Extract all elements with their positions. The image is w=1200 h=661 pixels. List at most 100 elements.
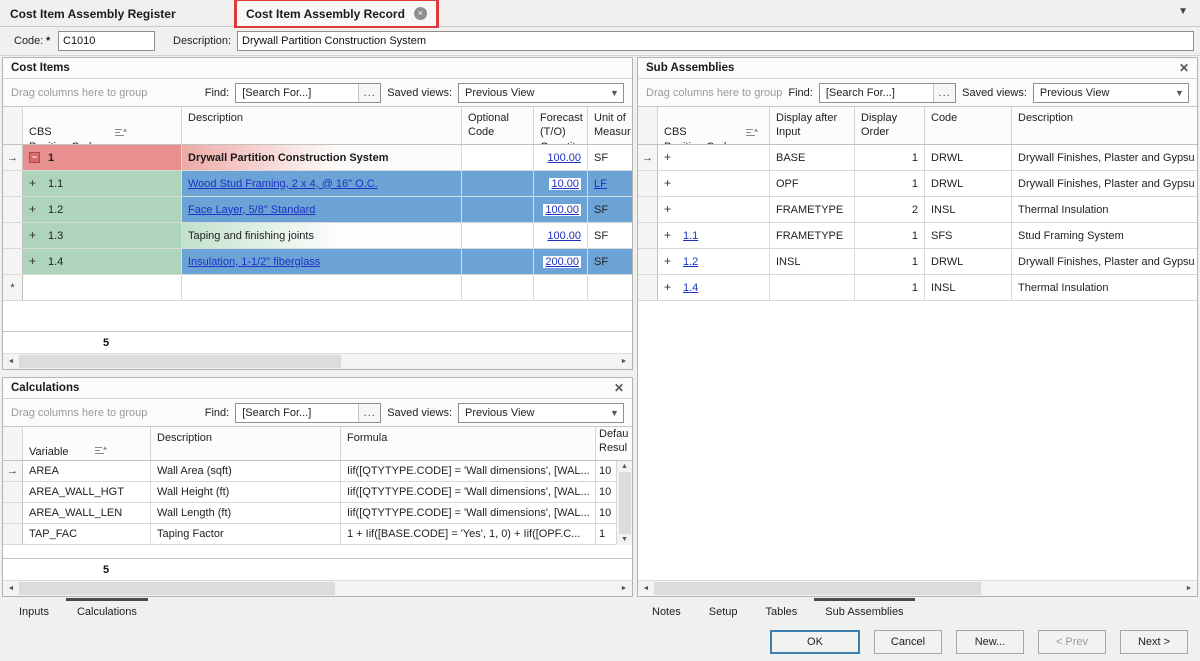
table-row[interactable]: +OPF1DRWLDrywall Finishes, Plaster and G… bbox=[638, 171, 1197, 197]
table-row[interactable]: +1.41INSLThermal Insulation bbox=[638, 275, 1197, 301]
tab-notes[interactable]: Notes bbox=[641, 598, 692, 622]
scroll-right-icon[interactable]: ► bbox=[616, 585, 632, 592]
cost-items-hscrollbar[interactable]: ◄ ► bbox=[3, 353, 632, 369]
table-row[interactable]: →AREAWall Area (sqft)Iif([QTYTYPE.CODE] … bbox=[3, 461, 632, 482]
search-more-button[interactable]: ... bbox=[933, 84, 955, 102]
scroll-thumb[interactable] bbox=[654, 582, 981, 595]
column-header-formula[interactable]: Formula bbox=[341, 427, 596, 460]
expand-icon[interactable]: + bbox=[664, 230, 675, 241]
tab-sub-assemblies[interactable]: Sub Assemblies bbox=[814, 598, 914, 622]
column-header-default-result[interactable]: Defau Resul bbox=[596, 427, 632, 460]
column-header-display-order[interactable]: Display Order bbox=[855, 107, 925, 144]
calculations-hscrollbar[interactable]: ◄ ► bbox=[3, 580, 632, 596]
tab-cost-item-assembly-record[interactable]: Cost Item Assembly Record × bbox=[236, 0, 437, 27]
sub-assemblies-hscrollbar[interactable]: ◄ ► bbox=[638, 580, 1197, 596]
column-header-cbs[interactable]: CBS Position Code bbox=[23, 107, 182, 144]
expand-icon[interactable]: + bbox=[664, 178, 675, 189]
tab-tables[interactable]: Tables bbox=[755, 598, 809, 622]
table-row[interactable]: +1.1FRAMETYPE1SFSStud Framing System bbox=[638, 223, 1197, 249]
search-input[interactable]: [Search For...] ... bbox=[819, 83, 956, 103]
scroll-thumb[interactable] bbox=[19, 582, 335, 595]
column-header-description[interactable]: Description bbox=[182, 107, 462, 144]
close-panel-icon[interactable]: ✕ bbox=[614, 381, 624, 395]
expand-icon[interactable]: + bbox=[29, 178, 40, 189]
expand-icon[interactable]: + bbox=[664, 204, 675, 215]
calculations-vscrollbar[interactable]: ▲ ▼ bbox=[616, 461, 632, 545]
column-header-optional-code[interactable]: Optional Code bbox=[462, 107, 534, 144]
chevron-down-icon[interactable]: ▼ bbox=[1178, 6, 1188, 17]
column-header-display-after-input[interactable]: Display after Input bbox=[770, 107, 855, 144]
prev-button[interactable]: < Prev bbox=[1038, 630, 1106, 654]
saved-views-select[interactable]: Previous View ▼ bbox=[458, 403, 624, 423]
saved-views-select[interactable]: Previous View ▼ bbox=[458, 83, 624, 103]
tab-calculations[interactable]: Calculations bbox=[66, 598, 148, 622]
quantity-link[interactable]: 100.00 bbox=[547, 230, 581, 242]
table-row[interactable]: AREA_WALL_LENWall Length (ft)Iif([QTYTYP… bbox=[3, 503, 632, 524]
table-row[interactable]: +1.1Wood Stud Framing, 2 x 4, @ 16" O.C.… bbox=[3, 171, 632, 197]
table-row[interactable]: +FRAMETYPE2INSLThermal Insulation bbox=[638, 197, 1197, 223]
next-button[interactable]: Next > bbox=[1120, 630, 1188, 654]
scroll-left-icon[interactable]: ◄ bbox=[3, 585, 19, 592]
cbs-link[interactable]: 1.1 bbox=[683, 230, 698, 242]
cbs-link[interactable]: 1.2 bbox=[683, 256, 698, 268]
search-more-button[interactable]: ... bbox=[358, 84, 380, 102]
scroll-left-icon[interactable]: ◄ bbox=[3, 358, 19, 365]
expand-icon[interactable]: + bbox=[29, 204, 40, 215]
scroll-down-icon[interactable]: ▼ bbox=[621, 536, 628, 543]
column-header-uom[interactable]: Unit of Measur bbox=[588, 107, 632, 144]
quantity-link[interactable]: 100.00 bbox=[545, 204, 579, 216]
scroll-right-icon[interactable]: ► bbox=[616, 358, 632, 365]
cancel-button[interactable]: Cancel bbox=[874, 630, 942, 654]
expand-icon[interactable]: + bbox=[664, 152, 675, 163]
quantity-link[interactable]: 10.00 bbox=[551, 178, 579, 190]
group-by-hint[interactable]: Drag columns here to group bbox=[646, 87, 782, 99]
column-header-description[interactable]: Description bbox=[151, 427, 341, 460]
expand-icon[interactable]: + bbox=[29, 256, 40, 267]
scroll-thumb[interactable] bbox=[19, 355, 341, 368]
table-row[interactable]: +1.2INSL1DRWLDrywall Finishes, Plaster a… bbox=[638, 249, 1197, 275]
close-tab-icon[interactable]: × bbox=[414, 7, 427, 20]
scroll-left-icon[interactable]: ◄ bbox=[638, 585, 654, 592]
description-link[interactable]: Face Layer, 5/8" Standard bbox=[188, 204, 315, 216]
quantity-link[interactable]: 100.00 bbox=[547, 152, 581, 164]
table-row[interactable]: * bbox=[3, 275, 632, 301]
group-by-hint[interactable]: Drag columns here to group bbox=[11, 407, 147, 419]
column-header-forecast-qty[interactable]: Forecast (T/O) Quantity bbox=[534, 107, 588, 144]
new-button[interactable]: New... bbox=[956, 630, 1024, 654]
close-panel-icon[interactable]: ✕ bbox=[1179, 61, 1189, 75]
search-more-button[interactable]: ... bbox=[358, 404, 380, 422]
table-row[interactable]: +1.4Insulation, 1-1/2" fiberglass200.00S… bbox=[3, 249, 632, 275]
description-field[interactable] bbox=[237, 31, 1194, 51]
tab-setup[interactable]: Setup bbox=[698, 598, 749, 622]
table-row[interactable]: →−1Drywall Partition Construction System… bbox=[3, 145, 632, 171]
code-field[interactable] bbox=[58, 31, 155, 51]
quantity-link[interactable]: 200.00 bbox=[545, 256, 579, 268]
column-header-description[interactable]: Description bbox=[1012, 107, 1197, 144]
cbs-link[interactable]: 1.4 bbox=[683, 282, 698, 294]
search-input[interactable]: [Search For...] ... bbox=[235, 403, 381, 423]
description-link[interactable]: Wood Stud Framing, 2 x 4, @ 16" O.C. bbox=[188, 178, 378, 190]
uom-link[interactable]: LF bbox=[594, 178, 607, 190]
table-row[interactable]: AREA_WALL_HGTWall Height (ft)Iif([QTYTYP… bbox=[3, 482, 632, 503]
expand-icon[interactable]: + bbox=[664, 256, 675, 267]
search-input[interactable]: [Search For...] ... bbox=[235, 83, 381, 103]
tab-inputs[interactable]: Inputs bbox=[8, 598, 60, 622]
saved-views-select[interactable]: Previous View ▼ bbox=[1033, 83, 1189, 103]
collapse-icon[interactable]: − bbox=[29, 152, 40, 163]
column-header-code[interactable]: Code bbox=[925, 107, 1012, 144]
description-link[interactable]: Insulation, 1-1/2" fiberglass bbox=[188, 256, 320, 268]
tab-cost-item-assembly-register[interactable]: Cost Item Assembly Register bbox=[0, 0, 186, 27]
table-row[interactable]: TAP_FACTaping Factor1 + Iif([BASE.CODE] … bbox=[3, 524, 632, 545]
scroll-up-icon[interactable]: ▲ bbox=[621, 463, 628, 470]
scroll-thumb[interactable] bbox=[619, 472, 631, 534]
scroll-right-icon[interactable]: ► bbox=[1181, 585, 1197, 592]
column-header-cbs[interactable]: CBS Position Code bbox=[658, 107, 770, 144]
group-by-hint[interactable]: Drag columns here to group bbox=[11, 87, 147, 99]
expand-icon[interactable]: + bbox=[29, 230, 40, 241]
table-row[interactable]: +1.2Face Layer, 5/8" Standard100.00SF bbox=[3, 197, 632, 223]
table-row[interactable]: →+BASE1DRWLDrywall Finishes, Plaster and… bbox=[638, 145, 1197, 171]
ok-button[interactable]: OK bbox=[770, 630, 860, 654]
column-header-variable-name[interactable]: Variable Name bbox=[23, 427, 151, 460]
table-row[interactable]: +1.3Taping and finishing joints100.00SF bbox=[3, 223, 632, 249]
expand-icon[interactable]: + bbox=[664, 282, 675, 293]
